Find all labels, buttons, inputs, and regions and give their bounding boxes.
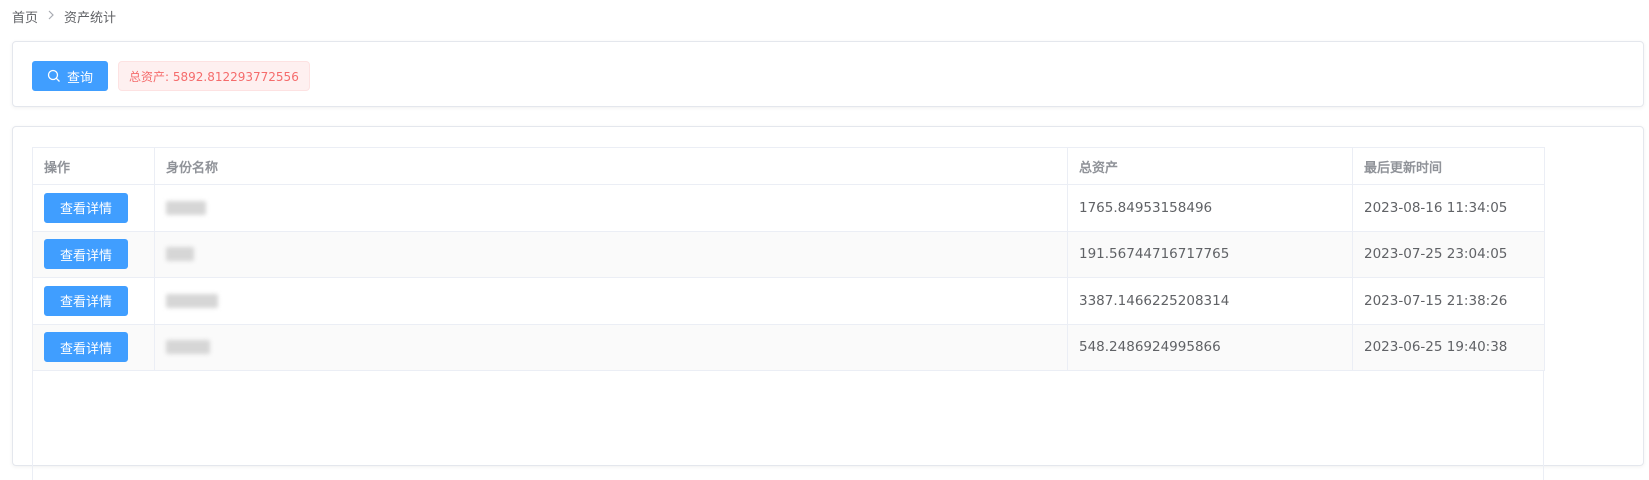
table-header-row: 操作 身份名称 总资产 最后更新时间: [32, 147, 1545, 185]
header-action: 操作: [32, 147, 155, 185]
view-details-button[interactable]: 查看详情: [44, 332, 128, 363]
redacted-identity: [166, 200, 206, 215]
table-card: 操作 身份名称 总资产 最后更新时间 查看详情 1765.84953158496…: [12, 126, 1644, 480]
query-card: 查询 总资产: 5892.812293772556: [12, 41, 1644, 107]
identity-name-cell: [154, 184, 1068, 232]
chevron-right-icon: [47, 9, 55, 23]
redacted-identity: [166, 340, 210, 355]
identity-name-cell: [154, 323, 1068, 371]
view-details-button[interactable]: 查看详情: [44, 192, 128, 223]
assets-table: 操作 身份名称 总资产 最后更新时间 查看详情 1765.84953158496…: [32, 147, 1545, 371]
breadcrumb-home[interactable]: 首页: [12, 7, 38, 26]
redacted-identity: [166, 247, 194, 262]
total-assets-cell: 3387.1466225208314: [1067, 277, 1353, 325]
table-row: 查看详情 1765.84953158496 2023-08-16 11:34:0…: [32, 184, 1545, 232]
table-row: 查看详情 548.2486924995866 2023-06-25 19:40:…: [32, 323, 1545, 371]
last-updated-cell: 2023-07-25 23:04:05: [1352, 230, 1545, 278]
total-assets-tag: 总资产: 5892.812293772556: [118, 61, 310, 91]
redacted-identity: [166, 293, 218, 308]
identity-name-cell: [154, 277, 1068, 325]
table-row: 查看详情 191.56744716717765 2023-07-25 23:04…: [32, 230, 1545, 278]
header-last-updated: 最后更新时间: [1352, 147, 1545, 185]
total-assets-cell: 548.2486924995866: [1067, 323, 1353, 371]
header-identity-name: 身份名称: [154, 147, 1068, 185]
view-details-button[interactable]: 查看详情: [44, 285, 128, 316]
search-icon: [47, 69, 61, 83]
breadcrumb-current: 资产统计: [64, 10, 117, 26]
last-updated-cell: 2023-07-15 21:38:26: [1352, 277, 1545, 325]
last-updated-cell: 2023-06-25 19:40:38: [1352, 323, 1545, 371]
total-assets-cell: 191.56744716717765: [1067, 230, 1353, 278]
table-empty-area: [32, 370, 1544, 480]
identity-name-cell: [154, 230, 1068, 278]
search-button[interactable]: 查询: [32, 61, 108, 91]
table-row: 查看详情 3387.1466225208314 2023-07-15 21:38…: [32, 277, 1545, 325]
breadcrumb: 首页 资产统计: [12, 6, 116, 26]
header-total-assets: 总资产: [1067, 147, 1353, 185]
search-button-label: 查询: [66, 70, 93, 86]
total-assets-cell: 1765.84953158496: [1067, 184, 1353, 232]
view-details-button[interactable]: 查看详情: [44, 239, 128, 270]
last-updated-cell: 2023-08-16 11:34:05: [1352, 184, 1545, 232]
